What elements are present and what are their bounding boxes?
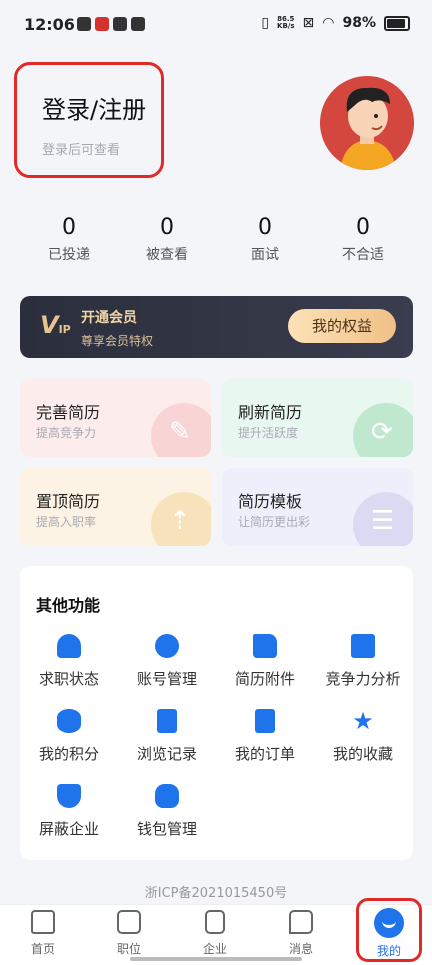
wallet-icon <box>155 784 179 808</box>
stat-viewed[interactable]: 0 被查看 <box>119 215 215 264</box>
fn-block-companies[interactable]: 屏蔽企业 <box>20 784 118 839</box>
fn-resume-attachment[interactable]: 简历附件 <box>216 634 314 689</box>
gear-icon <box>155 634 179 658</box>
building-icon <box>205 910 225 934</box>
tab-me-highlight-box <box>356 898 422 962</box>
card-refresh-resume[interactable]: 刷新简历 提升活跃度 ⟳ <box>222 379 413 457</box>
vip-banner[interactable]: VIP 开通会员 尊享会员特权 我的权益 <box>20 296 413 358</box>
pencil-icon: ✎ <box>151 403 211 457</box>
stat-unsuitable[interactable]: 0 不合适 <box>315 215 411 264</box>
document-icon <box>157 709 177 733</box>
message-icon <box>289 910 313 934</box>
battery-icon <box>384 15 410 31</box>
status-bar: 12:06 ▯ 86.5 KB/s ⊠ ◠ 98% <box>0 0 432 50</box>
fn-my-points[interactable]: 我的积分 <box>20 709 118 764</box>
status-right: ▯ 86.5 KB/s ⊠ ◠ 98% <box>261 15 410 31</box>
fn-browse-history[interactable]: 浏览记录 <box>118 709 216 764</box>
avatar-illustration <box>340 87 396 170</box>
battery-percent: 98% <box>342 15 376 31</box>
card-resume-template[interactable]: 简历模板 让简历更出彩 ☰ <box>222 468 413 546</box>
fn-my-orders[interactable]: 我的订单 <box>216 709 314 764</box>
home-indicator <box>130 957 302 961</box>
pin-top-icon: ⇡ <box>151 492 211 546</box>
wifi-icon: ◠ <box>322 15 335 31</box>
my-benefits-button[interactable]: 我的权益 <box>288 309 396 343</box>
folder-icon <box>253 634 277 658</box>
refresh-icon: ⟳ <box>353 403 413 457</box>
link-notification-icon <box>113 17 127 31</box>
fn-account-management[interactable]: 账号管理 <box>118 634 216 689</box>
fn-competitiveness-analysis[interactable]: 竞争力分析 <box>314 634 412 689</box>
stat-delivered[interactable]: 0 已投递 <box>21 215 117 264</box>
person-icon <box>57 634 81 658</box>
card-complete-resume[interactable]: 完善简历 提高竞争力 ✎ <box>20 379 211 457</box>
star-icon: ★ <box>352 707 374 735</box>
chart-monitor-icon <box>351 634 375 658</box>
crown-notification-icon <box>77 17 91 31</box>
template-icon: ☰ <box>353 492 413 546</box>
network-speed: 86.5 KB/s <box>277 15 295 30</box>
fn-job-status[interactable]: 求职状态 <box>20 634 118 689</box>
tiktok-notification-icon <box>131 17 145 31</box>
vip-title: 开通会员 <box>81 310 137 326</box>
nfc-icon: ⊠ <box>302 15 315 31</box>
card-pin-resume[interactable]: 置顶简历 提高入职率 ⇡ <box>20 468 211 546</box>
vip-logo-icon: VIP <box>40 311 71 339</box>
tab-messages[interactable]: 消息 <box>258 910 344 957</box>
clipboard-icon <box>255 709 275 733</box>
home-icon <box>31 910 55 934</box>
stat-interview[interactable]: 0 面试 <box>217 215 313 264</box>
tab-companies[interactable]: 企业 <box>172 910 258 957</box>
other-functions-panel: 其他功能 求职状态 账号管理 简历附件 竞争力分析 我的积分 浏览记录 我的订单… <box>20 566 413 860</box>
coins-stack-icon <box>57 709 81 733</box>
fn-wallet-management[interactable]: 钱包管理 <box>118 784 216 839</box>
login-hint: 登录后可查看 <box>42 143 121 158</box>
vibrate-icon: ▯ <box>261 15 270 31</box>
vip-subtitle: 尊享会员特权 <box>81 334 154 348</box>
fn-my-favorites[interactable]: ★ 我的收藏 <box>314 709 412 764</box>
other-functions-title: 其他功能 <box>36 596 101 615</box>
weibo-notification-icon <box>95 17 109 31</box>
avatar[interactable] <box>320 76 414 170</box>
briefcase-icon <box>117 910 141 934</box>
tab-home[interactable]: 首页 <box>0 910 86 957</box>
tab-jobs[interactable]: 职位 <box>86 910 172 957</box>
login-register-link[interactable]: 登录/注册 <box>42 90 146 125</box>
status-time: 12:06 <box>24 15 75 34</box>
shield-block-icon <box>57 784 81 808</box>
